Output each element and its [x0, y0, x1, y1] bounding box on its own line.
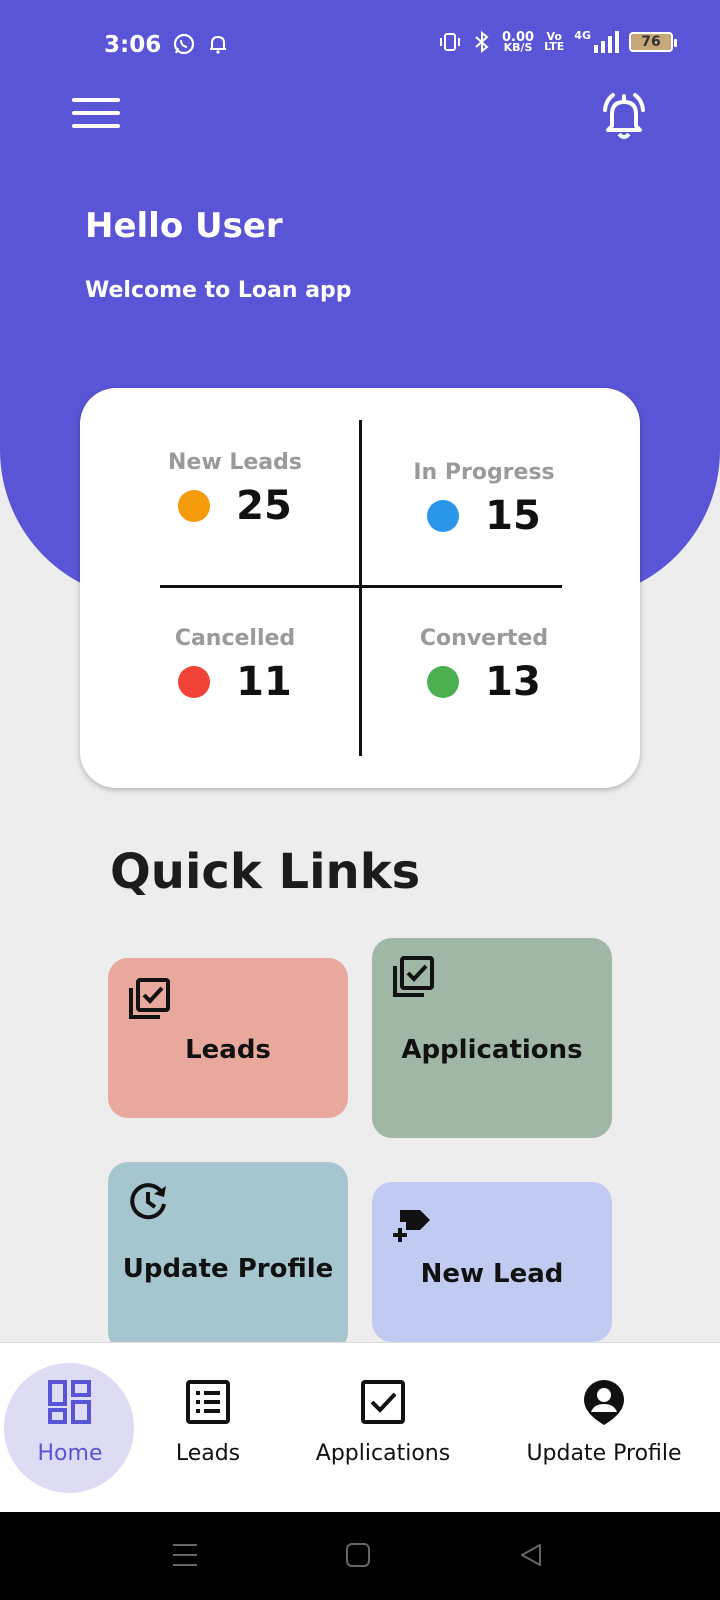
nav-label: Home	[37, 1441, 103, 1466]
stat-new-leads[interactable]: New Leads 25	[135, 450, 335, 529]
stat-label: New Leads	[168, 450, 302, 475]
account-pin-icon	[584, 1380, 624, 1425]
list-icon	[186, 1380, 230, 1424]
network-type: 4G	[574, 29, 591, 42]
signal-icon	[593, 31, 619, 53]
add-label-icon	[393, 1210, 430, 1242]
tile-label: Applications	[401, 1035, 583, 1065]
stat-row: 13	[384, 659, 584, 705]
tile-label: Update Profile	[122, 1254, 334, 1284]
home-square-icon[interactable]	[345, 1542, 371, 1568]
quick-link-update-profile[interactable]: Update Profile	[108, 1162, 348, 1352]
stat-label: Cancelled	[174, 626, 296, 651]
nav-item-applications[interactable]: Applications	[308, 1343, 458, 1513]
stats-card: New Leads 25 In Progress 15 Cancelled 11…	[80, 388, 640, 788]
screen: 3:06 0.00 KB/S Vo LTE 4G 76 Hello User W…	[0, 0, 720, 1600]
status-dot-orange	[178, 490, 211, 522]
tile-label: Leads	[185, 1035, 271, 1065]
nav-label: Update Profile	[526, 1441, 682, 1466]
back-triangle-icon[interactable]	[518, 1542, 544, 1568]
menu-button[interactable]	[72, 98, 120, 134]
whatsapp-icon	[173, 33, 195, 55]
bottom-navigation: Home Leads Applications Update Profile	[0, 1342, 720, 1512]
checkbox-icon	[361, 1380, 405, 1424]
stat-cancelled[interactable]: Cancelled 11	[135, 626, 335, 705]
notifications-button[interactable]	[596, 88, 652, 144]
menu-icon-bar	[72, 124, 120, 128]
status-system-icons: 0.00 KB/S Vo LTE 4G 76	[438, 29, 677, 54]
nav-item-leads[interactable]: Leads	[158, 1343, 258, 1513]
nav-item-update-profile[interactable]: Update Profile	[518, 1343, 690, 1513]
battery-level: 76	[641, 34, 661, 50]
stat-in-progress[interactable]: In Progress 15	[384, 460, 584, 539]
bell-small-icon	[210, 35, 226, 54]
greeting-title: Hello User	[85, 206, 283, 246]
history-icon	[130, 1183, 166, 1220]
system-navigation-bar	[0, 1512, 720, 1600]
recents-menu-icon[interactable]	[172, 1542, 198, 1568]
stat-converted[interactable]: Converted 13	[384, 626, 584, 705]
tile-label: New Lead	[420, 1259, 564, 1289]
quick-links-title: Quick Links	[110, 844, 421, 900]
status-time: 3:06	[104, 32, 162, 58]
quick-link-new-lead[interactable]: New Lead	[372, 1182, 612, 1342]
stat-row: 15	[384, 493, 584, 539]
dashboard-icon	[48, 1380, 91, 1424]
quick-link-leads[interactable]: Leads	[108, 958, 348, 1118]
volte-bottom: LTE	[544, 40, 565, 53]
vibrate-icon	[440, 33, 460, 51]
stat-value: 13	[485, 659, 541, 705]
menu-icon-bar	[72, 111, 120, 115]
status-dot-red	[178, 666, 211, 698]
stat-row: 25	[135, 483, 335, 529]
bell-ring-icon	[603, 93, 645, 139]
battery-indicator: 76	[628, 32, 677, 52]
nav-label: Leads	[175, 1441, 241, 1466]
status-notification-icons	[172, 32, 228, 56]
status-bar: 3:06 0.00 KB/S Vo LTE 4G 76	[0, 0, 720, 90]
status-dot-blue	[427, 500, 460, 532]
checklist-icon	[393, 956, 434, 997]
stat-value: 25	[236, 483, 292, 529]
welcome-subtitle: Welcome to Loan app	[85, 278, 352, 303]
quick-link-applications[interactable]: Applications	[372, 938, 612, 1138]
menu-icon-bar	[72, 98, 120, 102]
signal-indicator: 4G	[574, 29, 619, 53]
nav-item-home[interactable]: Home	[20, 1343, 120, 1513]
stats-divider-horizontal	[160, 585, 562, 588]
stat-label: In Progress	[413, 460, 555, 485]
volte-indicator: Vo LTE	[544, 31, 565, 53]
stat-value: 15	[485, 493, 541, 539]
stat-row: 11	[135, 659, 335, 705]
net-speed: 0.00 KB/S	[502, 31, 534, 54]
net-speed-unit: KB/S	[503, 40, 533, 54]
checklist-icon	[129, 978, 170, 1019]
stat-label: Converted	[419, 626, 549, 651]
status-dot-green	[427, 666, 460, 698]
bluetooth-icon	[475, 30, 489, 54]
stats-divider-vertical	[359, 420, 362, 756]
nav-label: Applications	[315, 1441, 451, 1466]
stat-value: 11	[236, 659, 292, 705]
